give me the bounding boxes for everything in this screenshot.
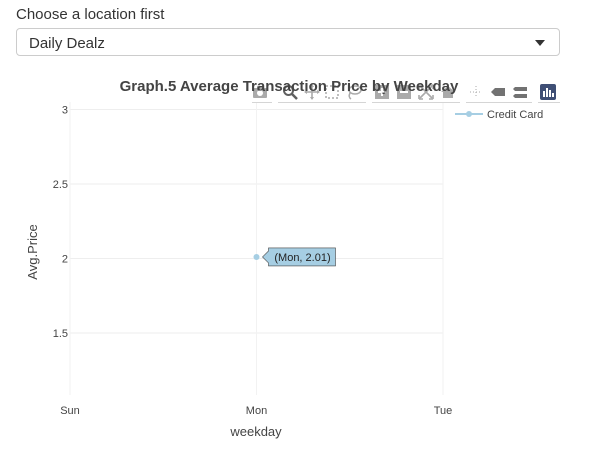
x-tick-label: Sun [60, 405, 80, 417]
legend-label: Credit Card [487, 109, 543, 121]
chart: 1.522.53Sun Mon TueweekdayAvg.PriceGraph.5… [25, 78, 543, 439]
reset-axes-icon[interactable] [440, 84, 456, 100]
modebar-separator [372, 102, 460, 103]
hover-label-text: (Mon, 2.01) [274, 252, 330, 264]
data-point [253, 253, 260, 260]
modebar-separator [278, 102, 366, 103]
y-tick-label: 2.5 [53, 179, 68, 191]
y-tick-label: 1.5 [53, 328, 68, 340]
pan-icon[interactable] [304, 84, 320, 100]
autoscale-icon[interactable] [418, 84, 434, 100]
zoom-in-icon[interactable] [374, 84, 390, 100]
plotly-logo-icon[interactable] [540, 84, 556, 100]
x-axis-title: weekday [229, 424, 282, 439]
modebar-separator [252, 102, 272, 103]
camera-icon[interactable] [252, 84, 268, 100]
modebar-separator [466, 102, 532, 103]
y-axis-title: Avg.Price [25, 224, 40, 279]
lasso-icon[interactable] [346, 84, 362, 100]
legend-marker [466, 111, 472, 117]
hover-closest-icon[interactable] [490, 84, 506, 100]
box-select-icon[interactable] [324, 84, 340, 100]
zoom-icon[interactable] [282, 84, 298, 100]
y-tick-label: 3 [62, 104, 68, 116]
location-label: Choose a location first [16, 6, 165, 23]
location-select[interactable]: Daily Dealz [16, 28, 560, 56]
spike-lines-icon[interactable] [468, 84, 484, 100]
chevron-down-icon [535, 40, 545, 46]
modebar-separator [538, 102, 560, 103]
zoom-out-icon[interactable] [396, 84, 412, 100]
x-tick-label: Tue [434, 405, 453, 417]
location-select-value: Daily Dealz [29, 35, 105, 52]
y-tick-label: 2 [62, 253, 68, 265]
x-tick-label: Mon [246, 405, 267, 417]
hover-compare-icon[interactable] [512, 84, 528, 100]
